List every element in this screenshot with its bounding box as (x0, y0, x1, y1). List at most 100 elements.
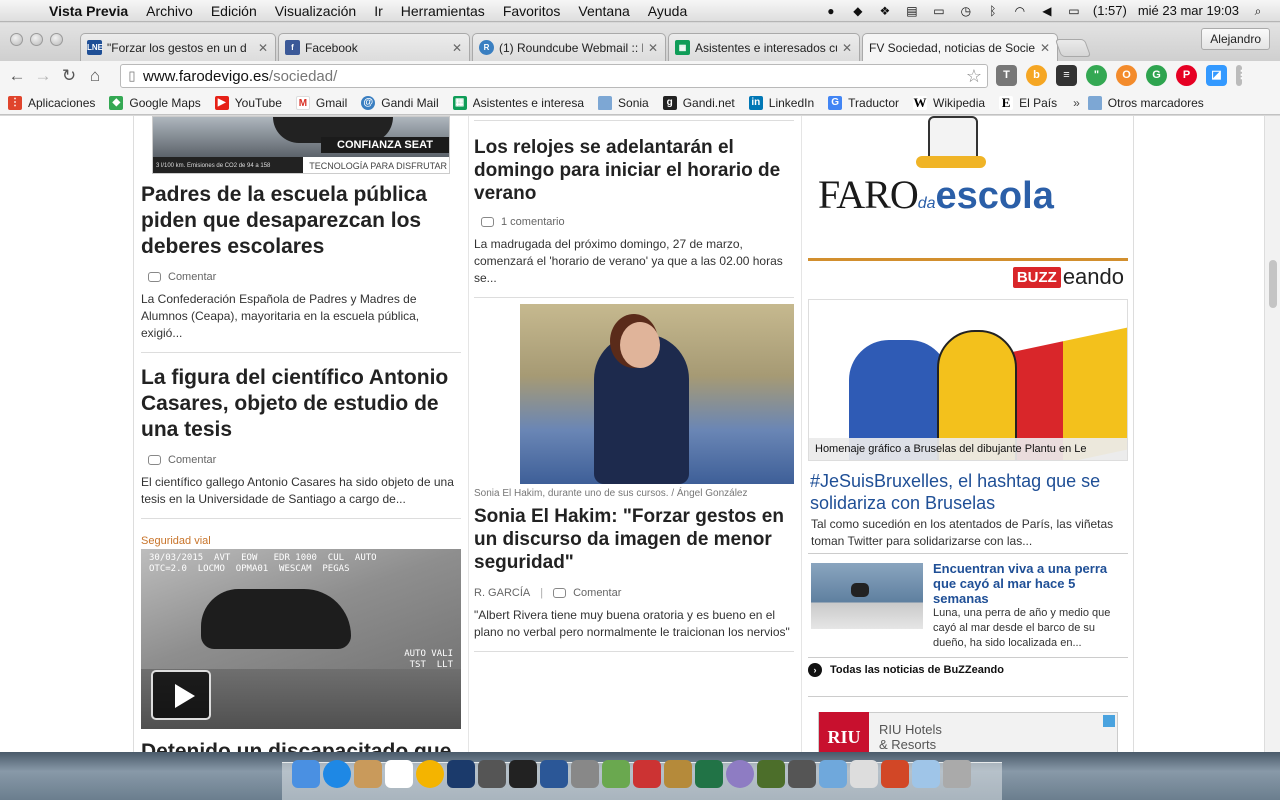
bookmark-otros-marcadores[interactable]: Otros marcadores (1080, 95, 1210, 110)
scrollbar-thumb[interactable] (1269, 260, 1277, 308)
close-tab-icon[interactable]: ✕ (841, 41, 853, 55)
bookmark-aplicaciones[interactable]: ⋮ Aplicaciones (0, 95, 101, 110)
close-tab-icon[interactable]: ✕ (451, 41, 463, 55)
word-icon[interactable] (540, 760, 568, 788)
wifi-icon[interactable]: ◠ (1012, 4, 1028, 18)
evernote-icon[interactable]: ◆ (850, 4, 866, 18)
close-tab-icon[interactable]: ✕ (1039, 41, 1051, 55)
comment-link[interactable]: Comentar (573, 587, 621, 599)
bookmark-gandi-net[interactable]: g Gandi.net (655, 95, 741, 110)
preview-icon[interactable] (664, 760, 692, 788)
app-store-icon[interactable] (323, 760, 351, 788)
profile-button[interactable]: Alejandro (1201, 28, 1270, 50)
bookmark-folder-sonia[interactable]: Sonia (590, 95, 655, 110)
menu-visualizacion[interactable]: Visualización (266, 3, 365, 19)
article-photo[interactable] (474, 304, 794, 484)
buzzeando-logo[interactable]: BUZZ eando (1012, 264, 1124, 290)
dog-article-thumbnail[interactable] (811, 563, 923, 629)
comment-link[interactable]: Comentar (141, 454, 461, 466)
photoshop-icon[interactable] (447, 760, 475, 788)
tab-faro-de-vigo[interactable]: FV Sociedad, noticias de Socie ✕ (862, 33, 1058, 62)
reload-icon[interactable]: ↻ (56, 66, 82, 86)
bookmark-gmail[interactable]: M Gmail (288, 95, 353, 110)
tab-facebook[interactable]: f Facebook ✕ (278, 33, 470, 61)
tab-lne[interactable]: LNE "Forzar los gestos en un d ✕ (80, 33, 276, 61)
bookmark-google-maps[interactable]: ◆ Google Maps (101, 95, 206, 110)
article-headline[interactable]: Padres de la escuela pública piden que d… (141, 182, 461, 260)
clock-icon[interactable] (633, 760, 661, 788)
dropbox-icon[interactable]: ❖ (877, 4, 893, 18)
forward-arrow-icon[interactable]: → (30, 66, 56, 86)
dreamweaver-icon[interactable] (757, 760, 785, 788)
new-tab-button[interactable] (1054, 39, 1092, 57)
dog-article-headline[interactable]: Encuentran viva a una perra que cayó al … (933, 561, 1128, 606)
video-thumbnail[interactable]: 30/03/2015 AVT EOW EDR 1000 CUL AUTO OTC… (141, 549, 461, 729)
noticia-extension-icon[interactable]: O (1116, 64, 1137, 86)
display-icon[interactable]: ▭ (931, 4, 947, 18)
buzz-featured-image[interactable]: Homenaje gráfico a Bruselas del dibujant… (808, 299, 1128, 461)
menu-ventana[interactable]: Ventana (569, 3, 638, 19)
home-icon[interactable]: ⌂ (82, 66, 108, 86)
adchoices-icon[interactable] (1103, 715, 1115, 727)
blogger-extension-icon[interactable]: b (1026, 64, 1047, 86)
battery-icon[interactable]: ▭ (1066, 4, 1082, 18)
article-headline[interactable]: La figura del científico Antonio Casares… (141, 365, 461, 443)
grammarly-extension-icon[interactable]: G (1146, 64, 1167, 86)
delicious-extension-icon[interactable]: ◪ (1206, 64, 1227, 86)
seat-advertisement[interactable]: CONFIANZA SEAT 3 l/100 km. Emisiones de … (152, 116, 450, 174)
finder-icon[interactable] (292, 760, 320, 788)
close-window-icon[interactable] (10, 33, 23, 46)
bookmark-linkedin[interactable]: in LinkedIn (741, 95, 820, 110)
address-bar[interactable]: ▯ www.farodevigo.es/sociedad/ ☆ (120, 64, 988, 88)
bluetooth-icon[interactable]: ᛒ (985, 4, 1001, 18)
buffer-extension-icon[interactable]: ≡ (1056, 64, 1077, 86)
bookmark-wikipedia[interactable]: W Wikipedia (905, 95, 991, 110)
riu-advertisement[interactable]: RIU RIU Hotels & Resorts (818, 712, 1118, 752)
menubar-clock[interactable]: mié 23 mar 19:03 (1138, 3, 1239, 18)
maps-app-icon[interactable] (788, 760, 816, 788)
author-name[interactable]: R. GARCÍA (474, 587, 530, 599)
spotlight-search-icon[interactable]: ⌕ (1250, 4, 1266, 18)
keyboard-icon[interactable]: ▤ (904, 4, 920, 18)
bookmark-el-pais[interactable]: E El País (991, 95, 1063, 110)
trash-icon[interactable] (943, 760, 971, 788)
menu-edicion[interactable]: Edición (202, 3, 266, 19)
article-headline[interactable]: Los relojes se adelantarán el domingo pa… (474, 136, 794, 205)
bookmark-gandi-mail[interactable]: @ Gandi Mail (353, 95, 444, 110)
menu-favoritos[interactable]: Favoritos (494, 3, 570, 19)
all-buzz-news-link[interactable]: › Todas las noticias de BuZZeando (808, 663, 1004, 677)
maps-icon[interactable] (602, 760, 630, 788)
buzz-headline[interactable]: #JeSuisBruxelles, el hashtag que se soli… (810, 470, 1128, 514)
textedit-icon[interactable] (850, 760, 878, 788)
imovie-icon[interactable] (478, 760, 506, 788)
menu-ayuda[interactable]: Ayuda (639, 3, 696, 19)
terminal-icon[interactable] (509, 760, 537, 788)
tab-sheets[interactable]: ▦ Asistentes e interesados cu ✕ (668, 33, 860, 61)
play-video-button[interactable] (151, 670, 211, 720)
section-label[interactable]: Seguridad vial (141, 535, 461, 547)
minimize-window-icon[interactable] (30, 33, 43, 46)
calendar-icon[interactable] (385, 760, 413, 788)
article-headline[interactable]: Sonia El Hakim: "Forzar gestos en un dis… (474, 505, 794, 574)
utility-icon[interactable] (571, 760, 599, 788)
menu-archivo[interactable]: Archivo (137, 3, 202, 19)
bookmark-youtube[interactable]: ▶ YouTube (207, 95, 288, 110)
article-headline[interactable]: Detenido un discapacitado que conducía u… (141, 739, 461, 752)
menu-herramientas[interactable]: Herramientas (392, 3, 494, 19)
applications-folder-icon[interactable] (912, 760, 940, 788)
excel-icon[interactable] (695, 760, 723, 788)
chrome-icon[interactable] (416, 760, 444, 788)
volume-icon[interactable]: ◀ (1039, 4, 1055, 18)
contacts-icon[interactable] (354, 760, 382, 788)
bookmark-star-icon[interactable]: ☆ (966, 66, 987, 87)
bookmark-asistentes[interactable]: ▦ Asistentes e interesa (445, 95, 590, 110)
time-machine-icon[interactable]: ◷ (958, 4, 974, 18)
tag-extension-icon[interactable]: T (996, 64, 1017, 86)
back-arrow-icon[interactable]: ← (4, 66, 30, 86)
chrome-menu-icon[interactable]: ⋮ (1236, 64, 1247, 86)
close-tab-icon[interactable]: ✕ (647, 41, 659, 55)
safari-icon[interactable] (726, 760, 754, 788)
messages-icon[interactable]: ● (823, 4, 839, 18)
menu-app-name[interactable]: Vista Previa (40, 3, 137, 19)
menu-ir[interactable]: Ir (365, 3, 392, 19)
